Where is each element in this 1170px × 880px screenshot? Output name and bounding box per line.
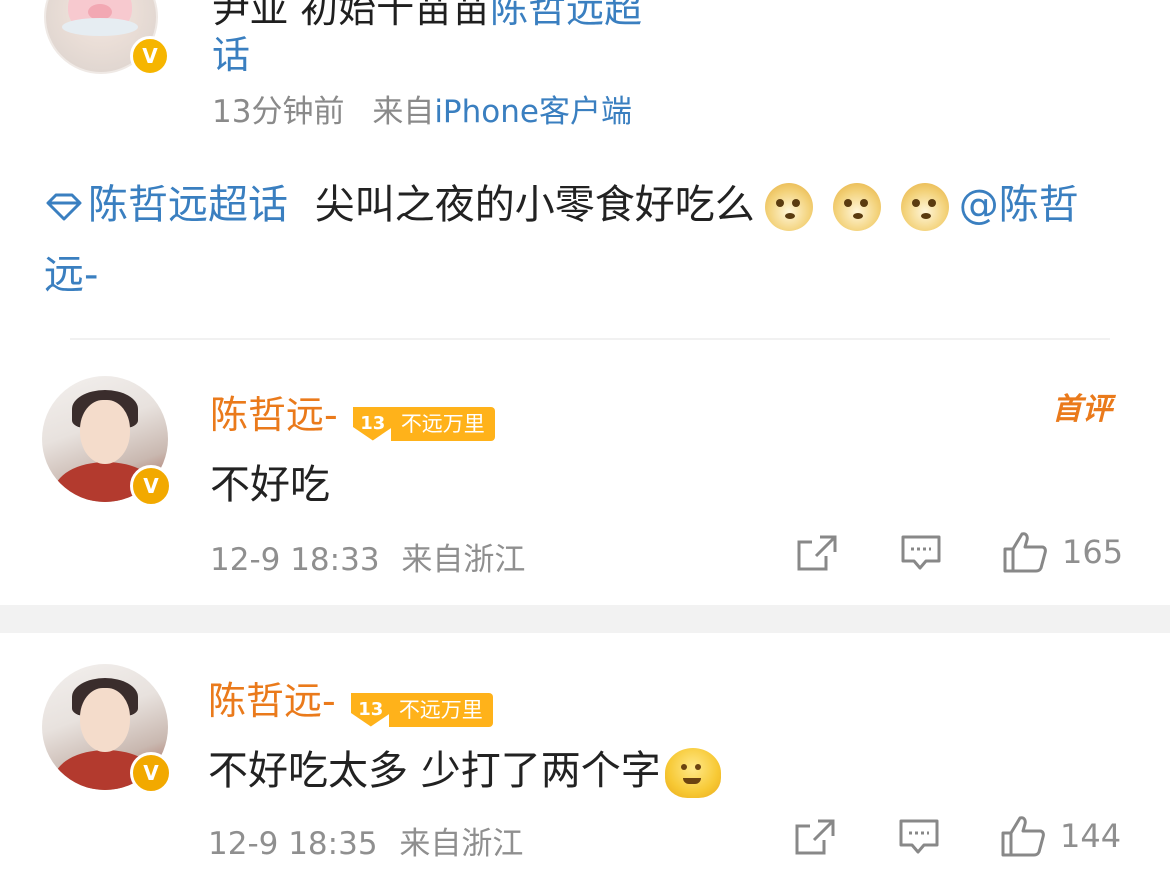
- doge-emoji: [900, 183, 949, 231]
- comment-author-name[interactable]: 陈哲远-: [208, 679, 336, 723]
- first-comment-tag: 首评: [1052, 392, 1112, 427]
- share-icon: [795, 819, 835, 855]
- verified-badge-icon: V: [130, 36, 170, 76]
- comment-author-name[interactable]: 陈哲远-: [210, 393, 338, 437]
- post-time: 13分钟前: [212, 94, 345, 130]
- reply-button[interactable]: [900, 534, 942, 572]
- share-button[interactable]: [796, 534, 838, 572]
- doge-emoji: [832, 183, 881, 231]
- level-label: 不远万里: [388, 692, 493, 727]
- post-author-name[interactable]: 尹亚 初始十苗苗: [212, 0, 490, 31]
- post-author-line: 尹亚 初始十苗苗陈哲远超: [212, 0, 642, 33]
- melting-face-emoji: [664, 748, 721, 798]
- diamond-icon: [46, 193, 82, 221]
- comment-icon: [901, 535, 941, 570]
- divider: [70, 338, 1110, 340]
- like-button[interactable]: 144: [1000, 814, 1121, 858]
- level-number: 13: [350, 692, 391, 727]
- avatar-face: [80, 688, 130, 752]
- post-body: 陈哲远超话 尖叫之夜的小零食好吃么 @陈哲远-: [44, 170, 1124, 310]
- like-count: 144: [1060, 817, 1122, 855]
- comment-text: 不好吃: [210, 462, 330, 508]
- post-meta: 13分钟前 来自iPhone客户端: [212, 86, 632, 131]
- comment-text-content: 不好吃太多 少打了两个字: [208, 748, 661, 794]
- section-separator: [0, 605, 1170, 633]
- share-button[interactable]: [794, 818, 836, 856]
- post-from-label: 来自: [372, 94, 435, 130]
- like-button[interactable]: 165: [1002, 530, 1123, 574]
- comment-text: 不好吃太多 少打了两个字: [208, 738, 721, 798]
- level-number: 13: [352, 406, 393, 441]
- comment-meta: 12-9 18:33 来自浙江: [210, 534, 525, 579]
- avatar-face: [80, 400, 130, 464]
- verified-badge-icon: V: [130, 465, 172, 507]
- comment-header: 陈哲远- 13 不远万里: [208, 670, 493, 727]
- reply-button[interactable]: [898, 818, 940, 856]
- verified-badge-icon: V: [130, 752, 172, 794]
- post-source-link[interactable]: iPhone客户端: [434, 94, 632, 130]
- thumbs-up-icon: [1001, 816, 1045, 857]
- supertopic-label[interactable]: 陈哲远超话: [88, 182, 288, 228]
- fan-level-badge[interactable]: 13 不远万里: [350, 692, 493, 727]
- supertopic-link[interactable]: 陈哲远超话: [44, 182, 301, 228]
- comment-time: 12-9 18:35: [208, 826, 378, 862]
- pig-avatar-image: [62, 0, 138, 36]
- post-text: 尖叫之夜的小零食好吃么: [314, 182, 755, 228]
- post-author-topic[interactable]: 陈哲远超: [490, 0, 642, 31]
- comment-location: 来自浙江: [399, 826, 524, 862]
- post-author-topic-cont[interactable]: 话: [212, 24, 250, 79]
- thumbs-up-icon: [1003, 532, 1047, 573]
- level-label: 不远万里: [390, 406, 495, 441]
- comment-icon: [899, 819, 939, 854]
- comment-header: 陈哲远- 13 不远万里: [210, 384, 495, 441]
- like-count: 165: [1062, 533, 1124, 571]
- fan-level-badge[interactable]: 13 不远万里: [352, 406, 495, 441]
- comment-location: 来自浙江: [401, 542, 526, 578]
- share-icon: [797, 535, 837, 571]
- doge-emoji: [764, 183, 813, 231]
- comment-time: 12-9 18:33: [210, 542, 380, 578]
- comment-meta: 12-9 18:35 来自浙江: [208, 818, 523, 863]
